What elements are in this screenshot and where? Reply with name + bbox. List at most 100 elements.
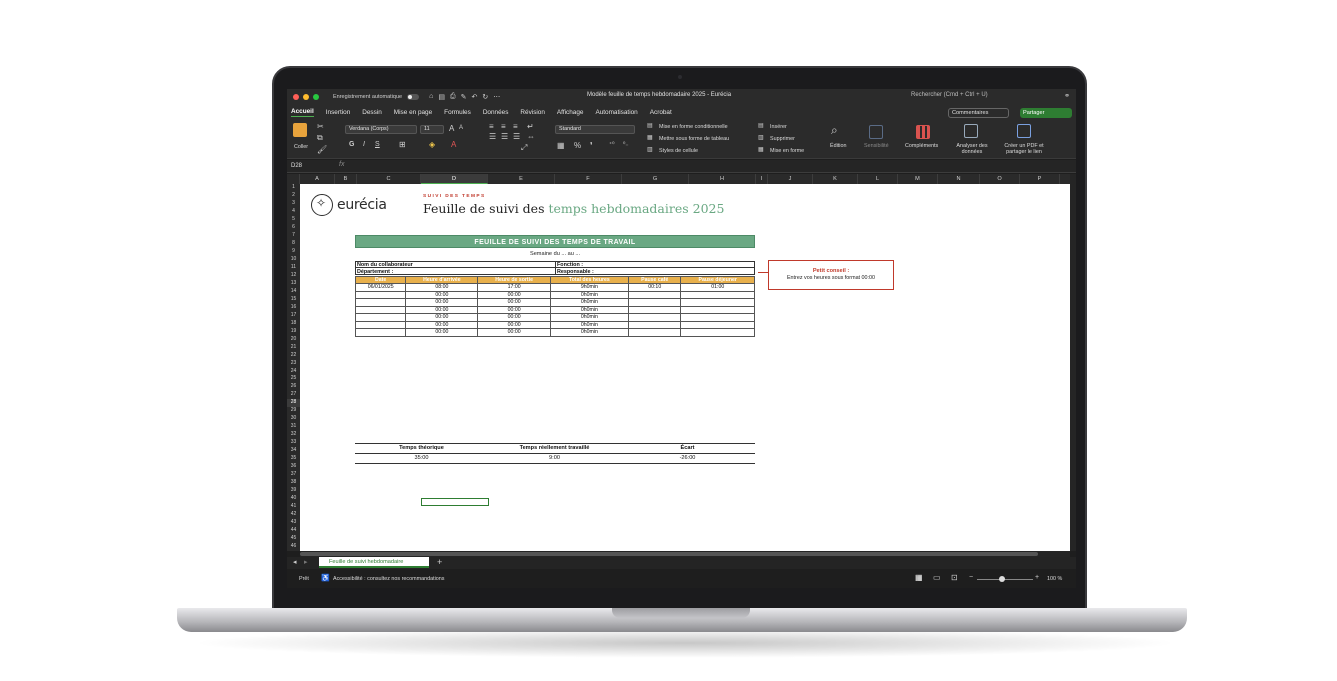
table-format-icon[interactable]: ▦ bbox=[647, 134, 653, 141]
accounting-icon[interactable]: ▦ bbox=[557, 141, 565, 150]
minimize-window-button[interactable] bbox=[303, 94, 309, 100]
row-header-25[interactable]: 25 bbox=[287, 375, 300, 383]
font-color-icon[interactable]: A bbox=[451, 140, 456, 149]
table-cell[interactable] bbox=[627, 328, 682, 337]
column-header-k[interactable]: K bbox=[813, 174, 858, 184]
accessibility-icon[interactable]: ♿ bbox=[321, 574, 330, 582]
tab-affichage[interactable]: Affichage bbox=[557, 108, 584, 117]
zoom-level[interactable]: 100 % bbox=[1047, 576, 1062, 582]
table-cell[interactable] bbox=[627, 298, 682, 307]
column-header-i[interactable]: I bbox=[756, 174, 768, 184]
column-header-f[interactable]: F bbox=[555, 174, 622, 184]
row-header-29[interactable]: 29 bbox=[287, 407, 300, 415]
pdf-label[interactable]: Créer un PDF et partager le lien bbox=[999, 143, 1049, 155]
row-header-9[interactable]: 9 bbox=[287, 248, 300, 256]
row-header-24[interactable]: 24 bbox=[287, 368, 300, 376]
cut-icon[interactable]: ✂ bbox=[317, 122, 324, 131]
row-header-45[interactable]: 45 bbox=[287, 535, 300, 543]
table-cell[interactable] bbox=[354, 328, 407, 337]
row-header-36[interactable]: 36 bbox=[287, 463, 300, 471]
column-header-b[interactable]: B bbox=[335, 174, 357, 184]
more-icon[interactable]: ⋯ bbox=[493, 93, 500, 101]
percent-icon[interactable]: % bbox=[574, 141, 581, 150]
normal-view-icon[interactable]: ▦ bbox=[915, 573, 923, 582]
page-break-icon[interactable]: ⊡ bbox=[951, 573, 958, 582]
table-cell[interactable]: 0h0min bbox=[549, 320, 629, 329]
name-box[interactable]: D28 bbox=[289, 162, 329, 171]
table-cell[interactable]: 00:00 bbox=[405, 320, 479, 329]
table-cell[interactable]: 00:00 bbox=[405, 305, 479, 314]
find-icon[interactable]: ⌕ bbox=[831, 123, 838, 138]
table-cell[interactable]: 0h0min bbox=[549, 313, 629, 322]
row-header-11[interactable]: 11 bbox=[287, 264, 300, 272]
save-icon[interactable]: ▤ bbox=[438, 93, 445, 101]
share-button[interactable]: Partager bbox=[1020, 108, 1072, 118]
autosave-toggle[interactable] bbox=[407, 94, 420, 100]
table-cell[interactable] bbox=[680, 298, 755, 307]
row-header-28[interactable]: 28 bbox=[287, 399, 300, 408]
table-cell[interactable] bbox=[680, 305, 755, 314]
table-cell[interactable] bbox=[680, 313, 755, 322]
table-cell[interactable] bbox=[680, 328, 755, 337]
edit-icon[interactable]: ✎ bbox=[461, 93, 467, 101]
home-icon[interactable]: ⌂ bbox=[429, 93, 433, 101]
table-cell[interactable]: 00:00 bbox=[405, 298, 479, 307]
row-header-43[interactable]: 43 bbox=[287, 519, 300, 527]
tab-accueil[interactable]: Accueil bbox=[291, 107, 314, 117]
table-cell[interactable]: 00:00 bbox=[477, 305, 551, 314]
horizontal-scroll-thumb[interactable] bbox=[300, 552, 1038, 556]
table-cell[interactable] bbox=[680, 290, 755, 299]
zoom-slider-thumb[interactable] bbox=[999, 576, 1005, 582]
pdf-icon[interactable] bbox=[1017, 124, 1031, 138]
column-header-d[interactable]: D bbox=[421, 174, 488, 184]
orientation-icon[interactable]: ⤢ bbox=[521, 143, 527, 153]
row-header-6[interactable]: 6 bbox=[287, 224, 300, 232]
align-middle-icon[interactable]: ≡ bbox=[501, 122, 506, 131]
row-header-17[interactable]: 17 bbox=[287, 312, 300, 320]
row-header-41[interactable]: 41 bbox=[287, 503, 300, 511]
column-header-p[interactable]: P bbox=[1020, 174, 1060, 184]
row-header-7[interactable]: 7 bbox=[287, 232, 300, 240]
tab-acrobat[interactable]: Acrobat bbox=[650, 108, 672, 117]
table-cell[interactable] bbox=[627, 305, 682, 314]
table-cell[interactable]: 01:00 bbox=[680, 283, 755, 292]
row-header-1[interactable]: 1 bbox=[287, 184, 300, 192]
row-header-4[interactable]: 4 bbox=[287, 208, 300, 216]
select-all-corner[interactable] bbox=[287, 174, 300, 184]
row-header-18[interactable]: 18 bbox=[287, 320, 300, 328]
merge-icon[interactable]: ⇔ bbox=[527, 132, 535, 141]
table-cell[interactable]: 00:00 bbox=[477, 313, 551, 322]
tab-donnees[interactable]: Données bbox=[483, 108, 509, 117]
table-cell[interactable]: 00:00 bbox=[477, 328, 551, 337]
table-cell[interactable]: 00:00 bbox=[405, 328, 479, 337]
column-header-c[interactable]: C bbox=[357, 174, 421, 184]
page-layout-icon[interactable]: ▭ bbox=[933, 573, 941, 582]
row-header-2[interactable]: 2 bbox=[287, 192, 300, 200]
sheet-tab-active[interactable]: Feuille de suivi hebdomadaire bbox=[319, 557, 429, 568]
font-size-select[interactable]: 11 bbox=[420, 125, 444, 134]
row-header-42[interactable]: 42 bbox=[287, 511, 300, 519]
column-header-o[interactable]: O bbox=[980, 174, 1020, 184]
table-cell[interactable]: 08:00 bbox=[405, 283, 479, 292]
italic-icon[interactable]: I bbox=[363, 141, 365, 148]
row-header-16[interactable]: 16 bbox=[287, 304, 300, 312]
table-cell[interactable] bbox=[354, 305, 407, 314]
table-cell[interactable]: 0h0min bbox=[549, 298, 629, 307]
grow-font-icon[interactable]: A bbox=[449, 124, 454, 133]
align-right-icon[interactable]: ☰ bbox=[513, 132, 520, 141]
table-cell[interactable] bbox=[354, 290, 407, 299]
zoom-slider[interactable] bbox=[977, 579, 1033, 580]
decrease-decimal-icon[interactable]: ⁰₋ bbox=[623, 141, 629, 148]
summary-value[interactable]: 35:00 bbox=[355, 455, 488, 461]
zoom-in-icon[interactable]: + bbox=[1035, 574, 1039, 581]
row-header-20[interactable]: 20 bbox=[287, 336, 300, 344]
table-cell[interactable]: 00:00 bbox=[477, 290, 551, 299]
row-header-22[interactable]: 22 bbox=[287, 352, 300, 360]
tab-mise-en-page[interactable]: Mise en page bbox=[394, 108, 432, 117]
column-header-l[interactable]: L bbox=[858, 174, 898, 184]
comma-icon[interactable]: ❜ bbox=[590, 141, 593, 150]
row-header-10[interactable]: 10 bbox=[287, 256, 300, 264]
table-cell[interactable]: 00:00 bbox=[405, 313, 479, 322]
row-header-27[interactable]: 27 bbox=[287, 391, 300, 399]
prev-sheet-icon[interactable]: ◂ bbox=[293, 558, 297, 566]
